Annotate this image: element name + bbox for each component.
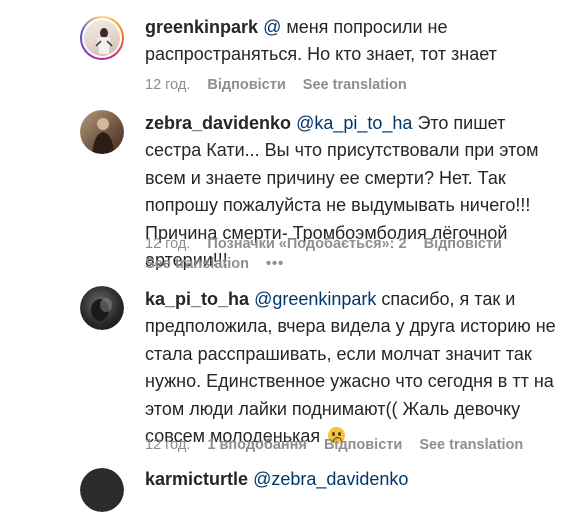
comment-meta: 12 год. Позначки «Подобається»: 2 Відпов… (145, 234, 515, 254)
comment-text: ka_pi_to_ha @greenkinpark спасибо, я так… (145, 286, 565, 450)
mention-link[interactable]: @ (263, 17, 281, 37)
reply-button[interactable]: Відповісти (424, 236, 502, 252)
comment-meta: 12 год. 1 вподобання Відповісти See tran… (145, 435, 536, 455)
comment-body: спасибо, я так и предположила, вчера вид… (145, 289, 556, 447)
comment-username[interactable]: zebra_davidenko (145, 113, 291, 133)
reply-button[interactable]: Відповісти (324, 437, 402, 453)
comment-meta-secondary: See translation ••• (145, 254, 297, 274)
avatar[interactable] (80, 110, 124, 154)
comment-username[interactable]: greenkinpark (145, 17, 258, 37)
comment-timestamp[interactable]: 12 год. (145, 437, 190, 453)
likes-count-button[interactable]: Позначки «Подобається»: 2 (207, 236, 406, 252)
see-translation-button[interactable]: See translation (145, 256, 249, 272)
comment-username[interactable]: ka_pi_to_ha (145, 289, 249, 309)
avatar[interactable] (80, 468, 124, 512)
mention-link[interactable]: @ka_pi_to_ha (296, 113, 412, 133)
mention-link[interactable]: @greenkinpark (254, 289, 376, 309)
see-translation-button[interactable]: See translation (419, 437, 523, 453)
comment-text: karmicturtle @zebra_davidenko (145, 466, 565, 493)
avatar[interactable] (80, 16, 124, 60)
avatar[interactable] (80, 286, 124, 330)
reply-button[interactable]: Відповісти (207, 77, 285, 93)
comment-timestamp[interactable]: 12 год. (145, 236, 190, 252)
comment-meta: 12 год. Відповісти See translation (145, 75, 420, 95)
likes-count-button[interactable]: 1 вподобання (207, 437, 307, 453)
mention-link[interactable]: @zebra_davidenko (253, 469, 408, 489)
comment-timestamp[interactable]: 12 год. (145, 77, 190, 93)
see-translation-button[interactable]: See translation (303, 77, 407, 93)
comment-text: greenkinpark @ меня попросили не распрос… (145, 14, 565, 69)
more-options-icon[interactable]: ••• (266, 256, 284, 272)
comment-username[interactable]: karmicturtle (145, 469, 248, 489)
